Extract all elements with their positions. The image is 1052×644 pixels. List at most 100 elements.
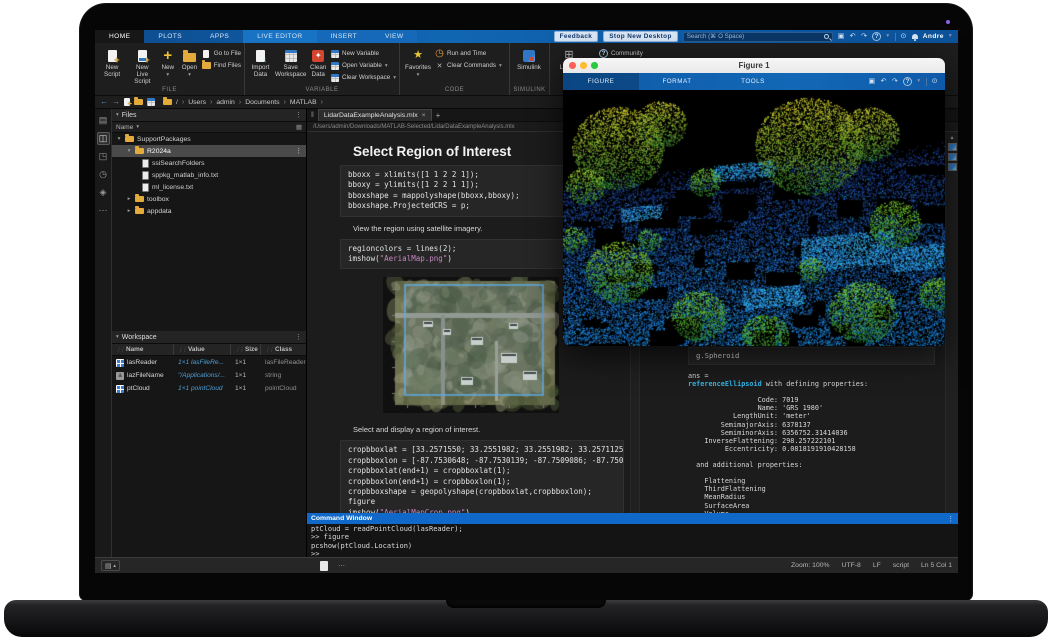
breadcrumb-admin[interactable]: admin	[216, 99, 235, 106]
output-thumbnail[interactable]	[948, 163, 957, 171]
command-window[interactable]: ptCloud = readPointCloud(lasReader); >> …	[307, 524, 958, 557]
favorites-button[interactable]: ★ Favorites ▾	[403, 45, 433, 79]
files-panel-header[interactable]: ▾ Files ⋮	[112, 109, 306, 122]
tab-view[interactable]: VIEW	[371, 30, 417, 43]
pin-editor-icon[interactable]: ‖	[311, 112, 314, 119]
new-script-button[interactable]: + New Script	[98, 45, 126, 78]
new-live-script-button[interactable]: + New Live Script	[128, 45, 156, 86]
scroll-up-icon[interactable]: ▴	[950, 134, 953, 141]
workspace-panel-header[interactable]: ▾ Workspace ⋮	[112, 331, 306, 344]
reference-ellipsoid-link[interactable]: referenceEllipsoid	[688, 380, 762, 388]
clear-workspace-button[interactable]: Clear Workspace▾	[330, 73, 396, 82]
import-data-button[interactable]: ↓ Import Data	[248, 45, 273, 78]
figure-undo-icon[interactable]: ↶	[881, 78, 887, 85]
open-button[interactable]: Open ▾	[179, 45, 200, 79]
figure-tab-tools[interactable]: TOOLS	[715, 73, 791, 90]
breadcrumb-matlab[interactable]: MATLAB	[290, 99, 317, 106]
tree-item-toolbox[interactable]: ▸ toolbox	[112, 193, 306, 205]
command-window-header[interactable]: Command Window ⋮	[307, 513, 958, 524]
tab-apps[interactable]: APPS	[196, 30, 243, 43]
command-window-menu-icon[interactable]: ⋮	[947, 515, 954, 523]
tree-item-supportpackages[interactable]: ▾ SupportPackages	[112, 133, 306, 145]
figure-redo-icon[interactable]: ↷	[892, 78, 898, 85]
workspace-menu-icon[interactable]: ⋮	[295, 333, 302, 341]
workspace-column-headers[interactable]: ⋮⋮Name ⋮⋮Value ⋮⋮Size ⋮⋮Class	[112, 344, 306, 356]
figure-help-icon[interactable]: ?	[903, 77, 912, 86]
packages-panel-icon[interactable]: ◈	[97, 186, 110, 199]
stop-new-desktop-button[interactable]: Stop New Desktop	[603, 31, 678, 42]
workspace-row-lasreader[interactable]: lasReader 1×1 lasFileRe... 1×1 lasFileRe…	[112, 356, 306, 369]
workspace-row-lazfilename[interactable]: alazFileName "/Applications/... 1×1 stri…	[112, 369, 306, 382]
new-tab-icon[interactable]: +	[436, 111, 441, 120]
clean-data-button[interactable]: ✦ Clean Data	[308, 45, 328, 78]
back-icon[interactable]: ←	[100, 98, 108, 106]
help-icon[interactable]: ?	[872, 32, 881, 41]
tree-item-r2024a[interactable]: ▾ R2024a ⋮	[112, 145, 306, 157]
files-column-header[interactable]: Name ▾ ▦	[112, 122, 306, 133]
find-files-button[interactable]: Find Files	[202, 61, 241, 70]
tree-item-sppkg-info[interactable]: sppkg_matlab_info.txt	[112, 169, 306, 181]
quick-save-icon[interactable]	[147, 98, 155, 106]
quick-new-script-icon[interactable]: +	[124, 98, 130, 106]
tab-insert[interactable]: INSERT	[317, 30, 371, 43]
breadcrumb-root[interactable]: /	[176, 99, 178, 106]
save-workspace-button[interactable]: Save Workspace	[275, 45, 306, 78]
tree-item-appdata[interactable]: ▸ appdata	[112, 205, 306, 217]
status-cursor-position: Ln 5 Col 1	[921, 562, 952, 569]
open-variable-button[interactable]: Open Variable▾	[330, 61, 396, 70]
save-icon[interactable]: ▣	[838, 33, 845, 40]
clear-commands-button[interactable]: ✕ Clear Commands▾	[435, 61, 502, 70]
history-panel-icon[interactable]: ◷	[97, 168, 110, 181]
feedback-button[interactable]: Feedback	[554, 31, 599, 42]
right-scrollbar[interactable]: ▴	[945, 132, 958, 513]
tab-plots[interactable]: PLOTS	[144, 30, 196, 43]
notifications-bell-icon[interactable]	[912, 34, 918, 39]
new-button[interactable]: + New ▾	[158, 45, 177, 79]
figure-tab-format[interactable]: FORMAT	[639, 73, 715, 90]
files-sort-icon[interactable]: ▦	[296, 123, 302, 131]
tab-home[interactable]: HOME	[95, 30, 144, 43]
community-icon[interactable]: ⊙	[901, 33, 907, 40]
quick-open-icon[interactable]	[134, 99, 143, 106]
redo-icon[interactable]: ↷	[861, 33, 867, 40]
user-caret-icon[interactable]: ▾	[949, 34, 952, 40]
panel-toggle-button[interactable]: ▤▴	[101, 560, 120, 571]
search-box[interactable]	[683, 32, 833, 42]
go-to-file-button[interactable]: Go to File	[202, 49, 241, 58]
tree-item-ssisearchfolders[interactable]: ssiSearchFolders	[112, 157, 306, 169]
figure-save-icon[interactable]: ▣	[868, 78, 875, 85]
output-thumbnail[interactable]	[948, 143, 957, 151]
run-and-time-button[interactable]: ◷ Run and Time	[435, 49, 502, 58]
new-variable-button[interactable]: New Variable	[330, 49, 396, 58]
code-block-3[interactable]: 25cropbboxlat = [33.2571550; 33.2551982;…	[340, 440, 624, 513]
figure-tab-figure[interactable]: FIGURE	[563, 73, 639, 90]
figure-dock-icon[interactable]: ⊙	[932, 78, 938, 85]
output-thumbnail[interactable]	[948, 153, 957, 161]
document-tab[interactable]: LidarDataExampleAnalysis.mlx ×	[318, 109, 432, 121]
help-caret-icon[interactable]: ▾	[886, 34, 889, 40]
breadcrumb-users[interactable]: Users	[188, 99, 206, 106]
search-input[interactable]	[687, 33, 824, 40]
workspace-row-ptcloud[interactable]: ptCloud 1×1 pointCloud 1×1 pointCloud	[112, 382, 306, 395]
close-tab-icon[interactable]: ×	[422, 112, 426, 119]
user-menu[interactable]: Andre	[923, 33, 944, 40]
apps-panel-icon[interactable]: ◳	[97, 150, 110, 163]
text-paragraph[interactable]: Select and display a region of interest.	[353, 425, 622, 434]
command-window-text[interactable]: ptCloud = readPointCloud(lasReader); >> …	[311, 525, 958, 558]
forward-icon[interactable]: →	[112, 98, 120, 106]
point-cloud-plot[interactable]	[563, 90, 945, 346]
figure-help-caret-icon[interactable]: ▾	[917, 79, 920, 85]
files-menu-icon[interactable]: ⋮	[295, 111, 302, 119]
simulink-button[interactable]: Simulink	[513, 45, 545, 71]
tab-live-editor[interactable]: LIVE EDITOR	[243, 30, 316, 43]
row-menu-icon[interactable]: ⋮	[295, 147, 306, 155]
help-button[interactable]: ? Community	[599, 49, 643, 58]
workspace-panel-icon[interactable]: ◫	[97, 132, 110, 145]
code-block-spheroid[interactable]: 14 g.Spheroid	[688, 347, 935, 365]
breadcrumb-documents[interactable]: Documents	[245, 99, 279, 106]
figure-title-bar[interactable]: Figure 1	[563, 58, 945, 73]
more-panels-icon[interactable]: ⋯	[97, 204, 110, 217]
tree-item-ml-license[interactable]: ml_license.txt	[112, 181, 306, 193]
undo-icon[interactable]: ↶	[850, 33, 856, 40]
files-panel-icon[interactable]: ▤	[97, 114, 110, 127]
